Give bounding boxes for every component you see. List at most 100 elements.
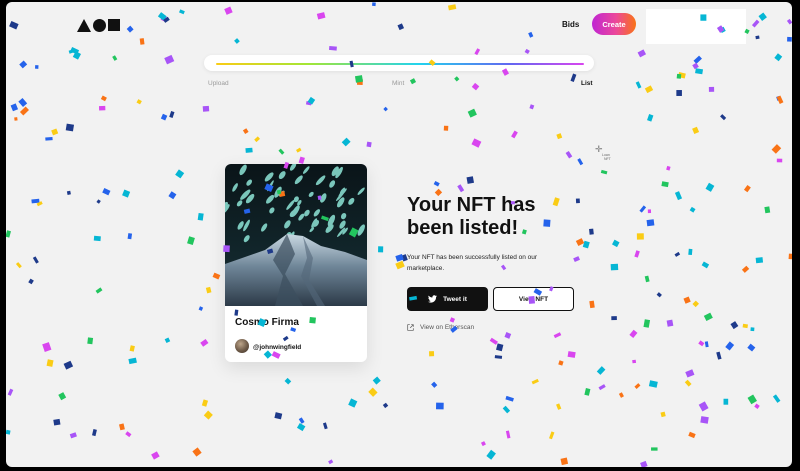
confetti-piece	[454, 76, 460, 82]
confetti-piece	[125, 431, 132, 438]
confetti-piece	[647, 209, 652, 214]
confetti-piece	[676, 90, 682, 96]
confetti-piece	[192, 447, 202, 457]
confetti-piece	[202, 105, 210, 112]
confetti-piece	[274, 412, 283, 420]
confetti-piece	[754, 403, 760, 409]
brand-logo[interactable]	[77, 17, 121, 33]
confetti-piece	[505, 430, 511, 439]
confetti-piece	[611, 316, 617, 321]
confetti-piece	[683, 296, 691, 304]
confetti-piece	[224, 6, 233, 15]
tweet-button[interactable]: Tweet it	[407, 287, 488, 311]
confetti-piece	[348, 398, 358, 408]
confetti-piece	[741, 265, 750, 273]
confetti-piece	[651, 447, 658, 451]
creator-avatar[interactable]	[235, 339, 249, 353]
create-button[interactable]: Create	[592, 13, 636, 35]
confetti-piece	[776, 158, 783, 163]
confetti-piece	[372, 376, 381, 385]
step-list: List	[581, 80, 593, 87]
confetti-piece	[19, 106, 30, 116]
confetti-piece	[644, 275, 650, 283]
confetti-piece	[70, 47, 80, 55]
confetti-piece	[486, 449, 496, 460]
confetti-piece	[629, 329, 638, 339]
confetti-piece	[467, 108, 477, 118]
confetti-piece	[688, 431, 696, 439]
confetti-piece	[53, 418, 61, 426]
confetti-piece	[704, 341, 709, 348]
confetti-piece	[639, 205, 647, 213]
confetti-piece	[341, 137, 351, 147]
confetti-piece	[644, 85, 654, 94]
confetti-piece	[169, 111, 175, 118]
confetti-piece	[242, 128, 249, 135]
confetti-piece	[788, 253, 792, 260]
confetti-piece	[168, 191, 177, 200]
confetti-piece	[66, 190, 71, 195]
confetti-piece	[254, 136, 261, 143]
confetti-piece	[368, 387, 378, 397]
confetti-piece	[634, 383, 641, 390]
confetti-piece	[660, 411, 666, 418]
confetti-piece	[201, 399, 209, 407]
confetti-piece	[529, 104, 535, 110]
confetti-piece	[524, 48, 530, 55]
listing-description: Your NFT has been successfully listed on…	[407, 254, 538, 272]
confetti-piece	[708, 86, 715, 92]
square-icon	[108, 19, 120, 31]
progress-fill	[216, 63, 584, 65]
confetti-piece	[436, 402, 444, 410]
confetti-piece	[378, 246, 384, 253]
confetti-piece	[549, 431, 555, 440]
confetti-piece	[409, 78, 417, 85]
confetti-piece	[674, 191, 683, 201]
view-nft-button[interactable]: View NFT	[493, 287, 574, 311]
confetti-piece	[632, 359, 637, 364]
etherscan-link[interactable]: View on Etherscan	[407, 324, 474, 331]
confetti-piece	[93, 235, 101, 242]
confetti-piece	[480, 441, 486, 447]
confetti-piece	[447, 4, 457, 11]
confetti-piece	[328, 45, 337, 51]
twitter-bird-icon	[428, 295, 438, 303]
confetti-piece	[296, 423, 306, 432]
confetti-piece	[636, 233, 644, 240]
confetti-piece	[494, 355, 503, 359]
crosshair-cursor-icon: ✛	[595, 144, 603, 154]
confetti-piece	[28, 278, 34, 285]
creator-handle[interactable]: @johnwingfield	[253, 344, 301, 351]
confetti-piece	[18, 98, 28, 108]
confetti-piece	[449, 317, 456, 323]
confetti-piece	[95, 287, 103, 294]
confetti-piece	[443, 125, 449, 131]
confetti-piece	[433, 180, 440, 187]
confetti-piece	[666, 319, 674, 327]
confetti-piece	[151, 451, 160, 460]
step-upload: Upload	[208, 80, 229, 87]
page-title: Your NFT has been listed!	[407, 194, 536, 239]
confetti-piece	[163, 16, 170, 23]
confetti-piece	[703, 312, 713, 322]
confetti-piece	[751, 19, 760, 28]
confetti-piece	[640, 460, 648, 467]
confetti-piece	[51, 128, 59, 136]
confetti-piece	[126, 25, 134, 33]
confetti-piece	[786, 18, 792, 25]
confetti-piece	[397, 23, 405, 31]
confetti-piece	[692, 126, 700, 135]
confetti-piece	[68, 48, 76, 54]
confetti-piece	[6, 230, 11, 238]
confetti-piece	[58, 392, 67, 401]
confetti-piece	[771, 144, 782, 154]
confetti-piece	[431, 381, 438, 388]
confetti-piece	[573, 256, 580, 263]
confetti-piece	[528, 31, 534, 38]
nft-card[interactable]: Cosmo Firma @johnwingfield	[225, 164, 367, 362]
confetti-piece	[511, 130, 518, 139]
nav-bids-link[interactable]: Bids	[562, 20, 579, 29]
confetti-overlay	[6, 2, 792, 467]
confetti-piece	[676, 73, 682, 79]
confetti-piece	[278, 148, 285, 155]
